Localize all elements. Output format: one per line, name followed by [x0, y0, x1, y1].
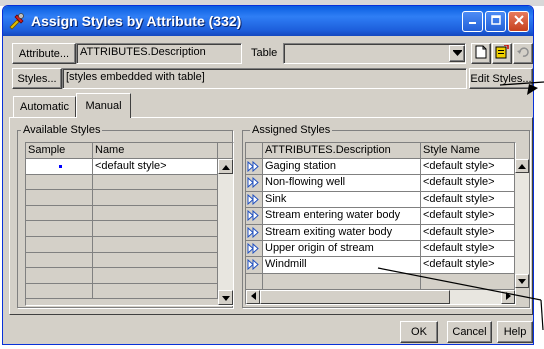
annotation-arrowhead-icon [527, 84, 538, 95]
annotation-arrows [377, 81, 544, 331]
tab-manual[interactable]: Manual [76, 93, 131, 118]
annotation-line-down [540, 299, 544, 331]
annotation-line-top [499, 81, 544, 86]
annotation-line-bottom [377, 267, 542, 301]
